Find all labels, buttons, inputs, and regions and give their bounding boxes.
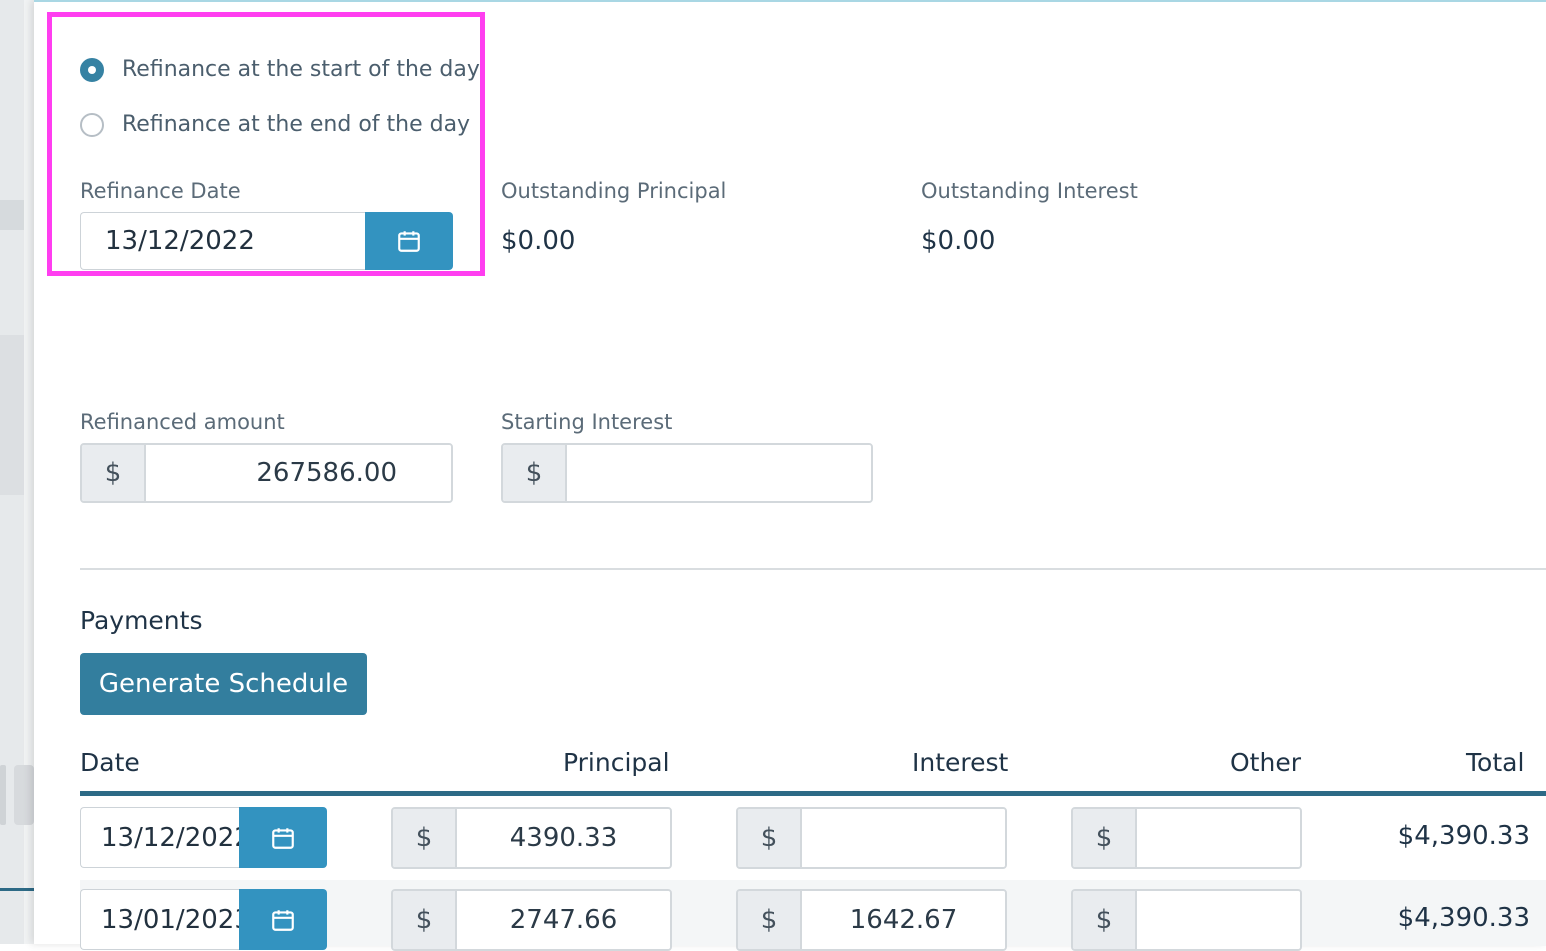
interest-input[interactable]: 1642.67 xyxy=(802,891,1005,949)
principal-input[interactable]: 4390.33 xyxy=(457,809,670,867)
row-total: $4,390.33 xyxy=(1397,903,1530,933)
currency-prefix: $ xyxy=(393,891,457,949)
column-header-total: Total xyxy=(1466,748,1525,777)
principal-field: $ 2747.66 xyxy=(391,889,672,951)
interest-field: $ xyxy=(736,807,1007,869)
refinanced-amount-label: Refinanced amount xyxy=(80,410,285,434)
payments-title: Payments xyxy=(80,606,203,635)
refinance-panel: Refinance at the start of the day Refina… xyxy=(34,0,1546,951)
refinanced-amount-input[interactable]: 267586.00 xyxy=(146,445,451,501)
other-input[interactable] xyxy=(1137,891,1300,949)
background-row xyxy=(0,200,24,230)
outstanding-interest-label: Outstanding Interest xyxy=(921,179,1138,203)
payment-date-input[interactable]: 13/01/2023 xyxy=(80,889,239,950)
payment-date-input[interactable]: 13/12/2022 xyxy=(80,807,239,868)
column-header-interest: Interest xyxy=(912,748,1009,777)
table-row: 13/01/2023 xyxy=(80,889,327,950)
currency-prefix: $ xyxy=(738,809,802,867)
outstanding-principal-value: $0.00 xyxy=(501,226,576,256)
table-row: 13/12/2022 xyxy=(80,807,327,868)
currency-prefix: $ xyxy=(738,891,802,949)
generate-schedule-button[interactable]: Generate Schedule xyxy=(80,653,367,715)
other-field: $ xyxy=(1071,807,1302,869)
calendar-icon xyxy=(272,827,294,849)
background-control xyxy=(14,765,34,825)
background-control xyxy=(0,765,6,825)
starting-interest-label: Starting Interest xyxy=(501,410,673,434)
column-header-date: Date xyxy=(80,748,140,777)
calendar-button[interactable] xyxy=(239,807,327,868)
column-header-principal: Principal xyxy=(563,748,670,777)
other-field: $ xyxy=(1071,889,1302,951)
currency-prefix: $ xyxy=(1073,891,1137,949)
other-input[interactable] xyxy=(1137,809,1300,867)
principal-input[interactable]: 2747.66 xyxy=(457,891,670,949)
background-block xyxy=(0,335,24,495)
interest-input[interactable] xyxy=(802,809,1005,867)
calendar-button[interactable] xyxy=(239,889,327,950)
starting-interest-input[interactable] xyxy=(567,445,871,501)
principal-field: $ 4390.33 xyxy=(391,807,672,869)
starting-interest-field: $ xyxy=(501,443,873,503)
refinanced-amount-field: $ 267586.00 xyxy=(80,443,453,503)
currency-prefix: $ xyxy=(393,809,457,867)
background-page xyxy=(0,0,34,944)
calendar-icon xyxy=(272,909,294,931)
currency-prefix: $ xyxy=(82,445,146,501)
outstanding-principal-label: Outstanding Principal xyxy=(501,179,727,203)
column-header-other: Other xyxy=(1230,748,1301,777)
background-divider xyxy=(0,888,34,891)
highlight-box xyxy=(47,12,485,276)
section-divider xyxy=(80,568,1546,570)
currency-prefix: $ xyxy=(503,445,567,501)
outstanding-interest-value: $0.00 xyxy=(921,226,996,256)
interest-field: $ 1642.67 xyxy=(736,889,1007,951)
table-header-divider xyxy=(80,791,1546,796)
row-total: $4,390.33 xyxy=(1397,821,1530,851)
currency-prefix: $ xyxy=(1073,809,1137,867)
